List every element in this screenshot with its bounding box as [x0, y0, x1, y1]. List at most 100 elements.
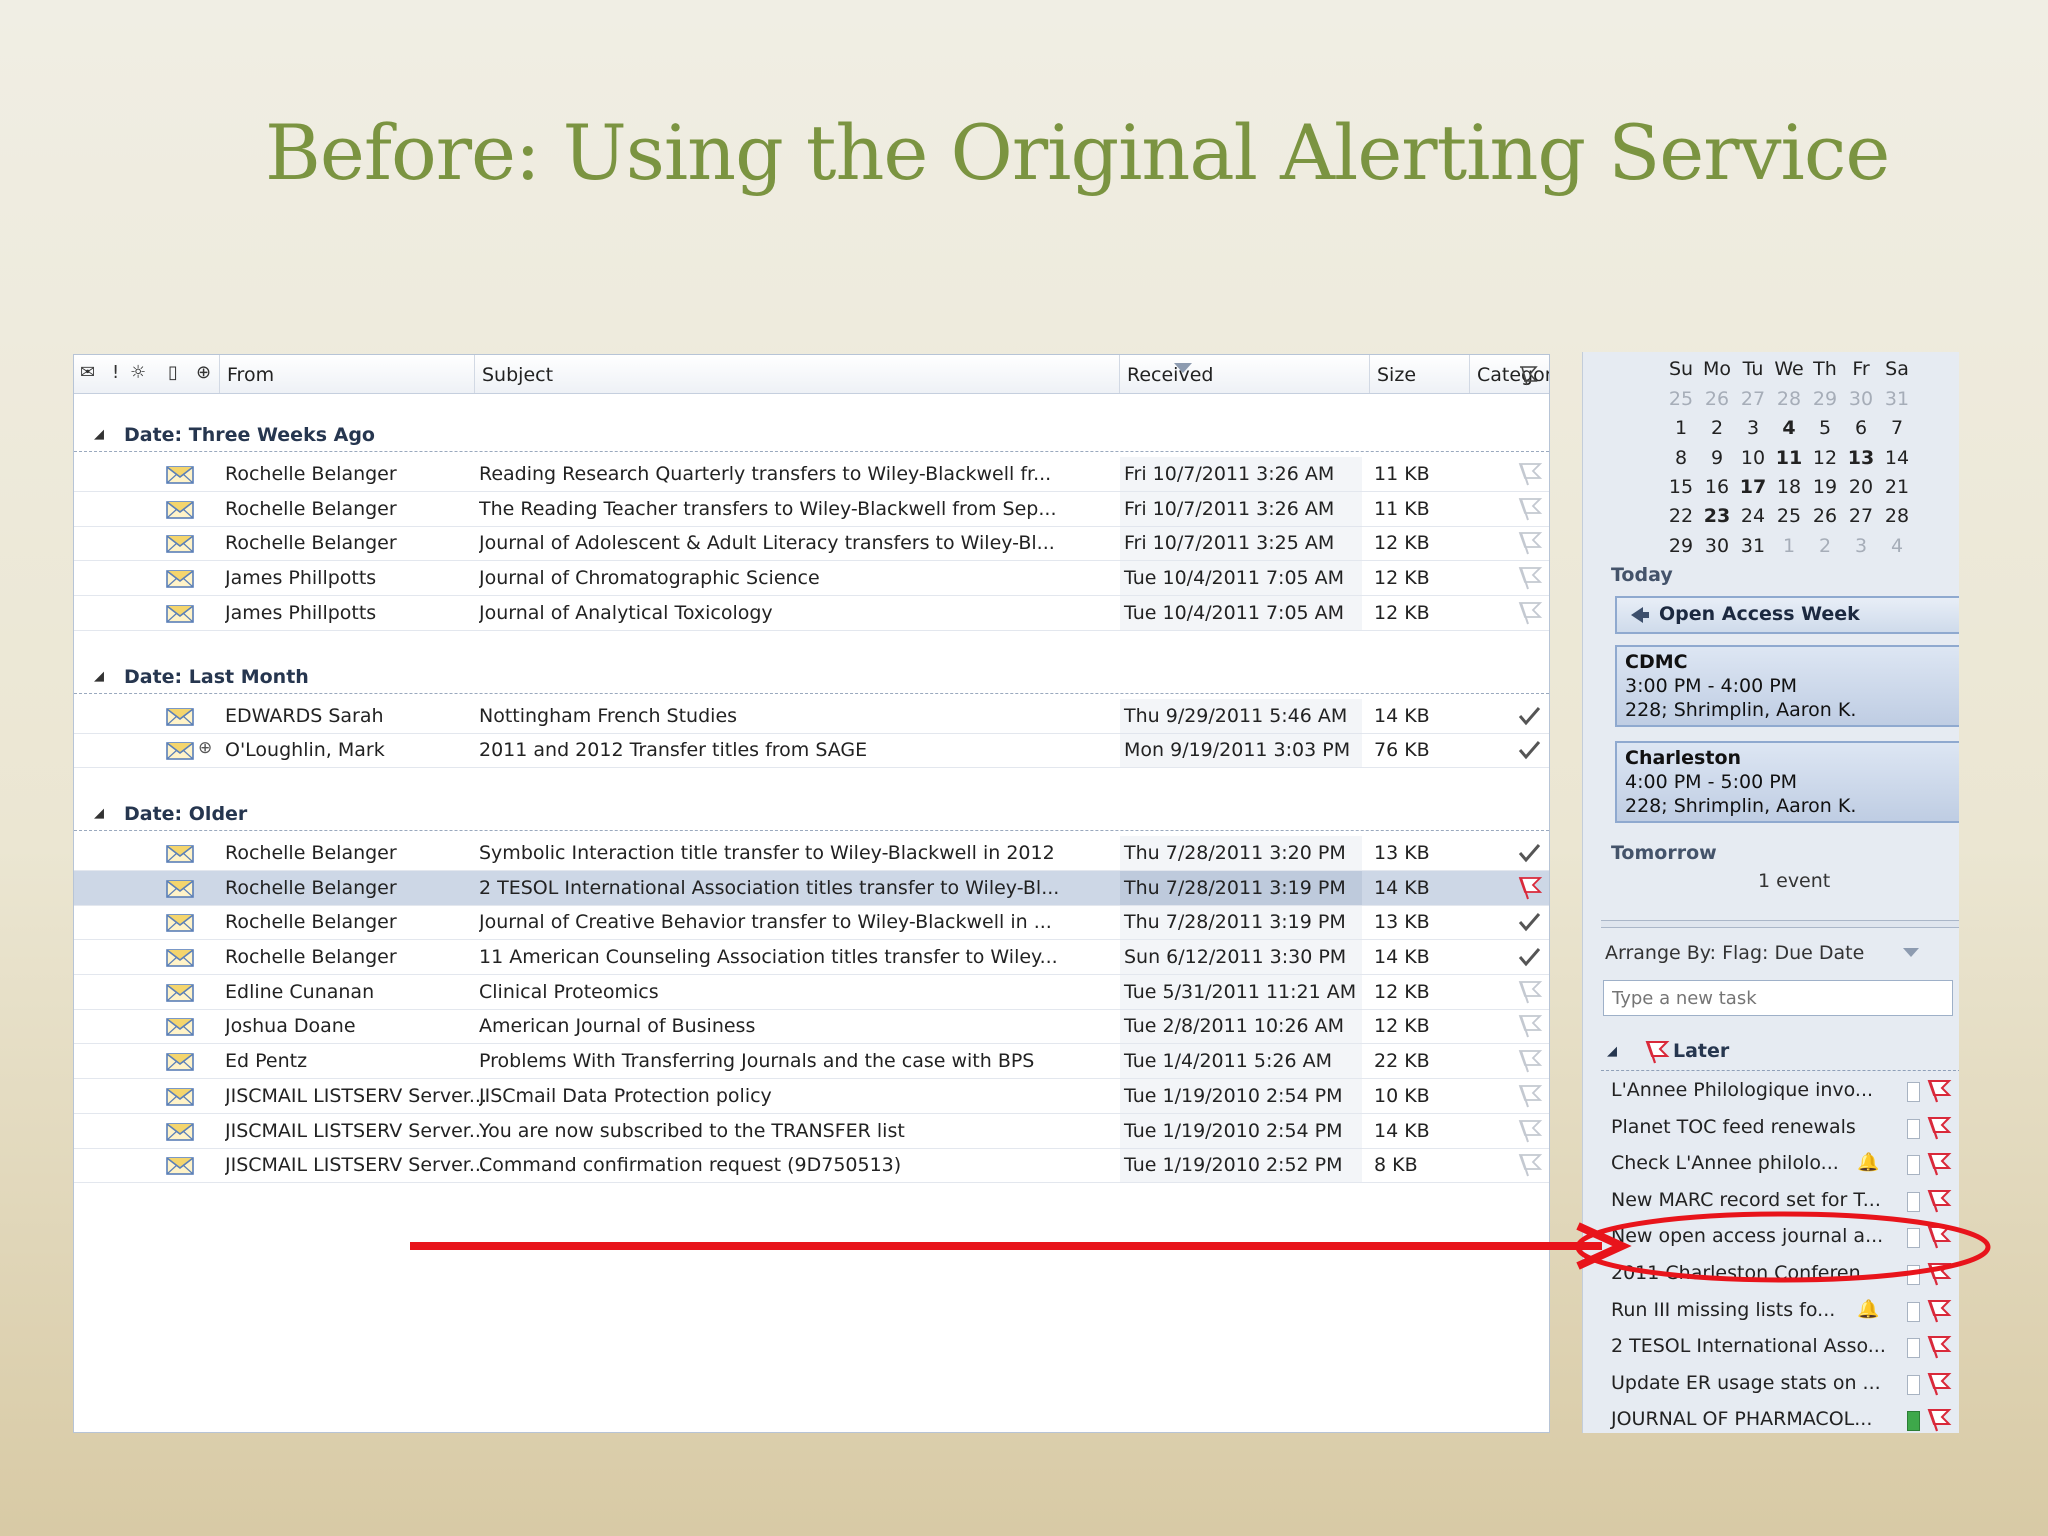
mail-row[interactable]: EDWARDS Sarah Nottingham French Studies Th… [74, 698, 1549, 734]
flag-icon[interactable] [1514, 530, 1544, 556]
check-icon[interactable] [1514, 737, 1544, 763]
calendar-day[interactable]: 4 [1879, 535, 1915, 557]
calendar-day[interactable]: 30 [1699, 535, 1735, 557]
category-box[interactable] [1907, 1338, 1920, 1359]
flag-icon[interactable] [1514, 1152, 1544, 1178]
flag-icon[interactable] [1514, 1083, 1544, 1109]
task-item[interactable]: JOURNAL OF PHARMACOL... [1603, 1403, 1959, 1433]
mail-row[interactable]: Joshua Doane American Journal of Business… [74, 1009, 1549, 1045]
mail-row[interactable]: JISCMAIL LISTSERV Server... JISCmail Data… [74, 1078, 1549, 1114]
calendar-day[interactable]: 8 [1663, 447, 1699, 469]
task-item[interactable]: Update ER usage stats on ... [1603, 1367, 1959, 1401]
calendar-day[interactable]: 25 [1771, 505, 1807, 527]
calendar-day[interactable]: 29 [1807, 388, 1843, 410]
calendar-day[interactable]: 20 [1843, 476, 1879, 498]
red-flag-icon[interactable] [1925, 1078, 1953, 1104]
calendar-day[interactable]: 16 [1699, 476, 1735, 498]
mail-row[interactable]: Rochelle Belanger 11 American Counseling … [74, 940, 1549, 975]
mail-row[interactable]: Rochelle Belanger Journal of Adolescent &… [74, 526, 1549, 562]
calendar-day[interactable]: 10 [1735, 447, 1771, 469]
red-flag-icon[interactable] [1925, 1298, 1953, 1324]
reminder-icon[interactable]: ☼ [130, 362, 146, 383]
calendar-day[interactable]: 31 [1735, 535, 1771, 557]
calendar-day[interactable]: 25 [1663, 388, 1699, 410]
appointment[interactable]: CDMC 3:00 PM - 4:00 PM 228; Shrimplin, Aar… [1615, 645, 1959, 727]
group-header[interactable]: ◢ Date: Older [74, 800, 1549, 831]
mail-row[interactable]: James Phillpotts Journal of Analytical To… [74, 595, 1549, 631]
collapse-icon[interactable]: ◢ [94, 669, 104, 684]
red-flag-icon[interactable] [1925, 1224, 1953, 1250]
calendar-day[interactable]: 7 [1879, 417, 1915, 439]
calendar-day[interactable]: 1 [1771, 535, 1807, 557]
task-item[interactable]: New MARC record set for T... [1603, 1184, 1959, 1218]
category-box[interactable] [1907, 1301, 1920, 1322]
calendar-day[interactable]: 31 [1879, 388, 1915, 410]
mail-row[interactable]: Rochelle Belanger 2 TESOL International A… [74, 870, 1549, 906]
task-item[interactable]: L'Annee Philologique invo... [1603, 1074, 1959, 1108]
red-flag-icon[interactable] [1925, 1261, 1953, 1287]
all-day-event[interactable]: Open Access Week [1615, 596, 1959, 634]
mail-row[interactable]: Edline Cunanan Clinical Proteomics Tue 5/3… [74, 974, 1549, 1010]
category-box[interactable] [1907, 1082, 1920, 1102]
flag-icon[interactable] [1514, 461, 1544, 487]
check-icon[interactable] [1514, 840, 1544, 866]
importance-icon[interactable]: ! [112, 362, 119, 383]
calendar-day[interactable]: 11 [1771, 447, 1807, 469]
flag-icon[interactable] [1514, 496, 1544, 522]
tomorrow-event-count[interactable]: 1 event [1758, 870, 1830, 892]
calendar-day[interactable]: 13 [1843, 447, 1879, 469]
calendar-day[interactable]: 17 [1735, 476, 1771, 498]
check-icon[interactable] [1514, 944, 1544, 970]
calendar-day[interactable]: 18 [1771, 476, 1807, 498]
calendar-day[interactable]: 19 [1807, 476, 1843, 498]
red-flag-icon[interactable] [1925, 1115, 1953, 1141]
calendar-day[interactable]: 30 [1843, 388, 1879, 410]
red-flag-icon[interactable] [1925, 1188, 1953, 1214]
calendar-day[interactable]: 1 [1663, 417, 1699, 439]
calendar-day[interactable]: 15 [1663, 476, 1699, 498]
mail-row[interactable]: JISCMAIL LISTSERV Server... Command confi… [74, 1148, 1549, 1184]
task-item[interactable]: New open access journal a... [1603, 1220, 1959, 1254]
group-header[interactable]: ◢ Date: Last Month [74, 663, 1549, 694]
collapse-icon[interactable]: ◢ [94, 806, 104, 821]
column-size[interactable]: Size [1369, 355, 1469, 393]
category-box[interactable] [1907, 1411, 1920, 1432]
attachment-icon[interactable]: ⊕ [196, 362, 211, 383]
mail-row[interactable]: Rochelle Belanger Journal of Creative Beh… [74, 905, 1549, 941]
column-subject[interactable]: Subject [474, 355, 1124, 393]
pane-splitter[interactable] [1601, 920, 1959, 928]
calendar-day[interactable]: 22 [1663, 505, 1699, 527]
flag-icon[interactable] [1514, 1048, 1544, 1074]
task-item[interactable]: 2 TESOL International Asso... [1603, 1330, 1959, 1364]
flag-icon[interactable] [1514, 979, 1544, 1005]
mail-row[interactable]: JISCMAIL LISTSERV Server... You are now s… [74, 1113, 1549, 1149]
red-flag-icon[interactable] [1925, 1334, 1953, 1360]
group-header[interactable]: ◢ Date: Three Weeks Ago [74, 421, 1549, 452]
calendar-day[interactable]: 23 [1699, 505, 1735, 527]
collapse-icon[interactable]: ◢ [1607, 1044, 1617, 1059]
calendar-day[interactable]: 6 [1843, 417, 1879, 439]
check-icon[interactable] [1514, 703, 1544, 729]
calendar-day[interactable]: 26 [1807, 505, 1843, 527]
calendar-day[interactable]: 28 [1771, 388, 1807, 410]
flag-icon[interactable] [1514, 1118, 1544, 1144]
mail-row[interactable]: Rochelle Belanger Reading Research Quarte… [74, 457, 1549, 492]
document-icon[interactable]: ▯ [168, 362, 178, 383]
mail-row[interactable]: Rochelle Belanger The Reading Teacher tra… [74, 491, 1549, 527]
calendar-day[interactable]: 2 [1807, 535, 1843, 557]
red-flag-icon[interactable] [1925, 1371, 1953, 1397]
appointment[interactable]: Charleston 4:00 PM - 5:00 PM 228; Shrimpli… [1615, 741, 1959, 823]
calendar-day[interactable]: 9 [1699, 447, 1735, 469]
task-item[interactable]: Run III missing lists fo... 🔔 [1603, 1294, 1959, 1328]
calendar-day[interactable]: 12 [1807, 447, 1843, 469]
flag-icon[interactable] [1514, 1013, 1544, 1039]
mail-row[interactable]: Rochelle Belanger Symbolic Interaction ti… [74, 835, 1549, 871]
mail-row[interactable]: ⊕ O'Loughlin, Mark 2011 and 2012 Transfer … [74, 733, 1549, 769]
red-flag-icon[interactable] [1925, 1407, 1953, 1433]
mail-row[interactable]: James Phillpotts Journal of Chromatograph… [74, 561, 1549, 597]
task-item[interactable]: 2011 Charleston Conferen... [1603, 1257, 1959, 1291]
category-box[interactable] [1907, 1265, 1920, 1285]
mail-row[interactable]: Ed Pentz Problems With Transferring Journ… [74, 1044, 1549, 1080]
collapse-icon[interactable]: ◢ [94, 427, 104, 442]
new-task-input[interactable] [1603, 980, 1953, 1016]
